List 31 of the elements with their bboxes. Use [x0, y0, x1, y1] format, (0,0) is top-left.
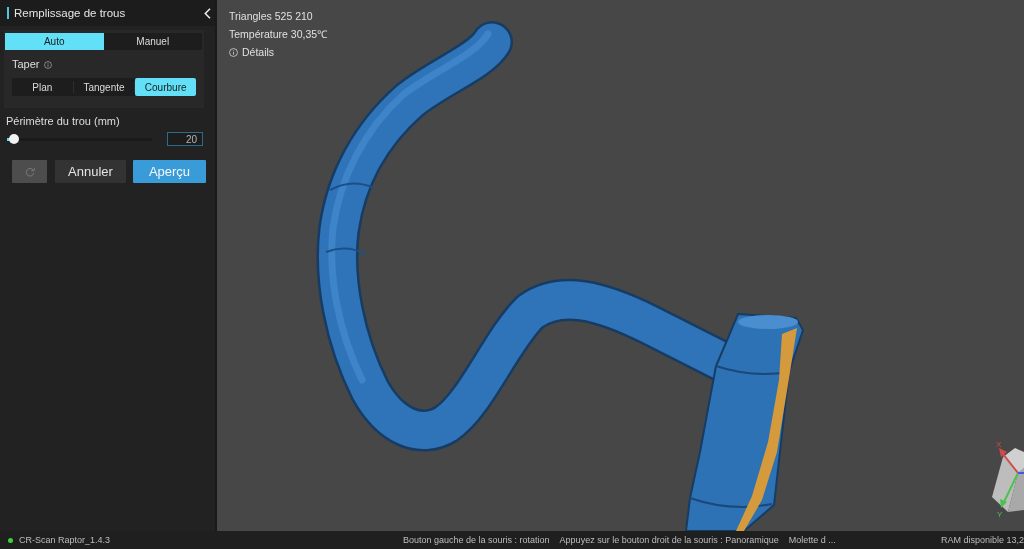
- info-icon: [229, 47, 238, 57]
- info-icon[interactable]: [43, 60, 52, 69]
- x-axis-label: X: [996, 440, 1002, 449]
- title-marker-icon: [7, 7, 9, 19]
- x-axis-arrow: [999, 448, 1019, 474]
- scan-stat: Température 30,35℃: [229, 27, 328, 42]
- slider-thumb[interactable]: [9, 134, 20, 144]
- perimeter-input[interactable]: 20: [167, 132, 203, 146]
- app-version: CR-Scan Raptor_1.4.3: [19, 535, 111, 545]
- taper-option[interactable]: Plan: [12, 78, 73, 96]
- cancel-button[interactable]: Annuler: [55, 160, 126, 183]
- view-cube[interactable]: [992, 448, 1024, 512]
- ram-status: RAM disponible 13,2: [940, 535, 1024, 545]
- taper-label: Taper: [12, 58, 40, 71]
- y-axis-arrow: [1000, 472, 1019, 508]
- scan-stat: Triangles 525 210: [229, 9, 313, 24]
- z-axis-line: [1017, 472, 1024, 474]
- y-axis-label: Y: [997, 510, 1003, 519]
- mode-tab[interactable]: Auto: [5, 33, 104, 50]
- details-link[interactable]: Détails: [229, 43, 275, 61]
- chevron-left-icon: [204, 7, 211, 19]
- refresh-icon: [24, 166, 35, 177]
- taper-option[interactable]: Courbure: [135, 78, 196, 96]
- mouse-hint: Molette d ...: [788, 535, 836, 545]
- perimeter-label: Périmètre du trou (mm): [6, 115, 121, 128]
- taper-option[interactable]: Tangente: [73, 78, 135, 96]
- collapse-button[interactable]: [204, 7, 211, 19]
- panel-title: Remplissage de trous: [14, 7, 126, 19]
- mouse-hint: Appuyez sur le bouton droit de la souris : Panoramique: [559, 535, 779, 545]
- mode-tab[interactable]: Manuel: [103, 33, 202, 50]
- mouse-hint: Bouton gauche de la souris : rotation: [403, 535, 550, 545]
